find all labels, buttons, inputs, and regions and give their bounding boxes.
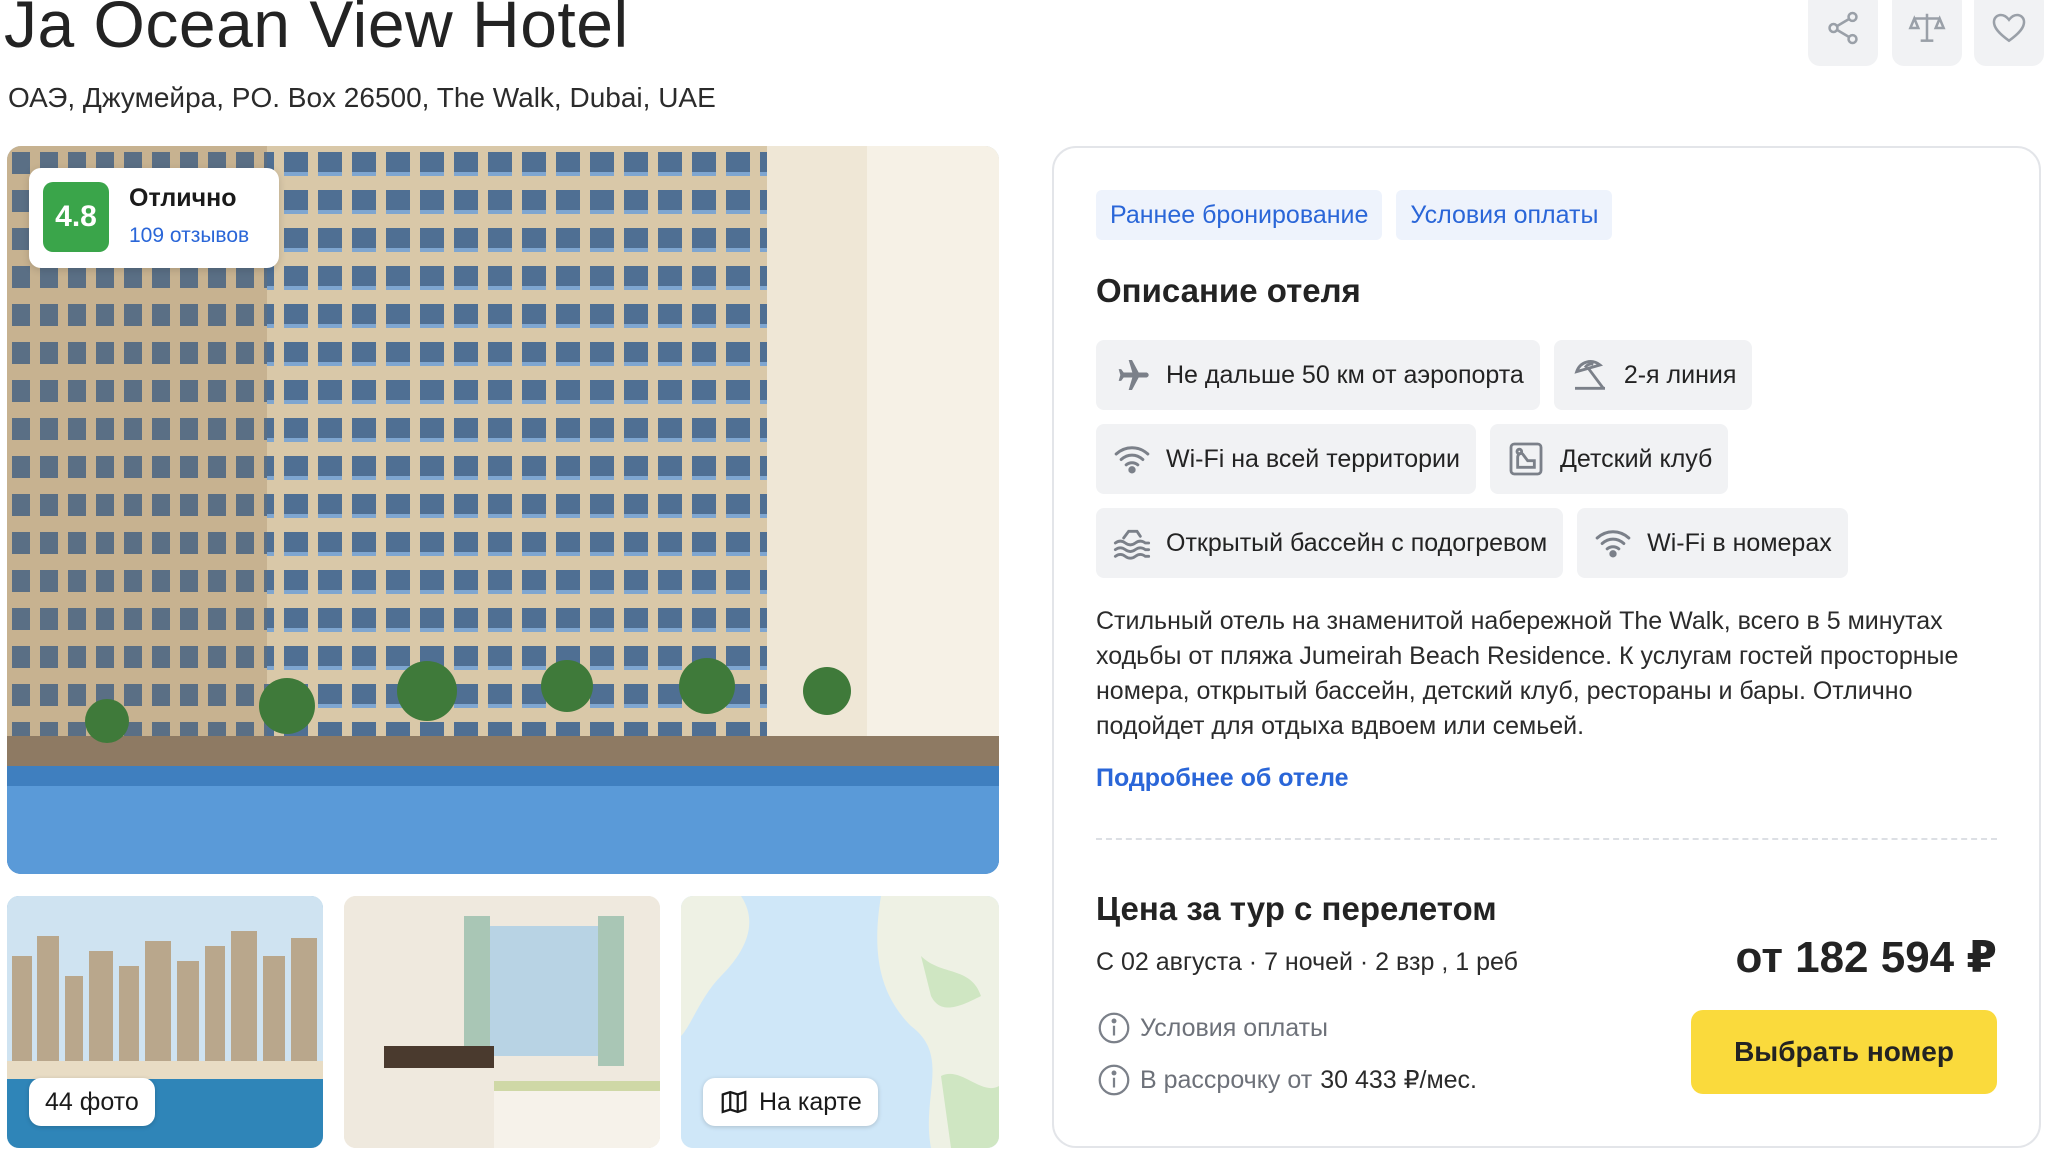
- installment-value: 30 433 ₽/мес.: [1320, 1066, 1477, 1094]
- tour-price: от 182 594 ₽: [1735, 933, 1997, 982]
- compare-button[interactable]: [1892, 0, 1962, 66]
- payment-terms-info[interactable]: Условия оплаты: [1096, 1010, 1328, 1046]
- photos-count-button[interactable]: 44 фото: [29, 1078, 155, 1126]
- wifi-icon: [1114, 446, 1150, 474]
- reviews-link[interactable]: 109 отзывов: [129, 224, 249, 248]
- map-icon: [721, 1090, 747, 1114]
- share-icon: [1828, 11, 1858, 45]
- tag-early-booking[interactable]: Раннее бронирование: [1096, 190, 1383, 240]
- amenities-list: Не дальше 50 км от аэропорта 2-я линия W…: [1096, 340, 1996, 592]
- more-about-hotel-link[interactable]: Подробнее об отеле: [1096, 764, 1349, 793]
- airplane-icon: [1118, 360, 1149, 390]
- amenity-heated-pool: Открытый бассейн с подогревом: [1096, 508, 1564, 578]
- kids-club-icon: [1509, 442, 1543, 476]
- hotel-room-image: [344, 896, 660, 1148]
- amenity-label: Открытый бассейн с подогревом: [1166, 528, 1548, 557]
- favorite-button[interactable]: [1974, 0, 2044, 66]
- info-icon: [1098, 1064, 1130, 1096]
- scales-icon: [1908, 13, 1946, 42]
- amenity-label: Wi-Fi в номерах: [1647, 528, 1832, 557]
- show-on-map-button[interactable]: На карте: [703, 1078, 878, 1126]
- installment-prefix: В рассрочку от: [1140, 1065, 1313, 1094]
- installment-info[interactable]: В рассрочку от 30 433 ₽/мес.: [1096, 1062, 1477, 1098]
- description-title: Описание отеля: [1096, 272, 1361, 309]
- rating-score: 4.8: [43, 182, 109, 252]
- price-title: Цена за тур с перелетом: [1096, 890, 1497, 927]
- amenity-label: Wi-Fi на всей территории: [1166, 444, 1460, 473]
- rating-label: Отлично: [129, 184, 237, 212]
- payment-terms-label: Условия оплаты: [1140, 1013, 1329, 1042]
- wifi-icon: [1595, 530, 1631, 558]
- tags-row: Раннее бронирование Условия оплаты: [1096, 190, 1613, 240]
- map-thumbnail[interactable]: На карте: [681, 896, 999, 1148]
- room-photo-thumbnail[interactable]: [344, 896, 660, 1148]
- amenity-airport: Не дальше 50 км от аэропорта: [1096, 340, 1540, 410]
- share-button[interactable]: [1808, 0, 1878, 66]
- amenity-label: Детский клуб: [1559, 444, 1713, 473]
- amenity-wifi-rooms: Wi-Fi в номерах: [1577, 508, 1848, 578]
- hotel-info-card: Раннее бронирование Условия оплаты Описа…: [1052, 146, 2041, 1148]
- rating-badge[interactable]: 4.8 Отлично 109 отзывов: [29, 168, 279, 268]
- heart-icon: [1992, 13, 2026, 43]
- hotel-address: ОАЭ, Джумейра, PO. Box 26500, The Walk, …: [8, 82, 716, 113]
- amenity-beach-line: 2-я линия: [1553, 340, 1753, 410]
- beach-umbrella-icon: [1574, 360, 1605, 390]
- hotel-title: Ja Ocean View Hotel: [4, 0, 629, 61]
- amenity-label: 2-я линия: [1623, 360, 1737, 389]
- amenity-wifi-territory: Wi-Fi на всей территории: [1096, 424, 1476, 494]
- photo-gallery-thumbnail[interactable]: 44 фото: [7, 896, 323, 1148]
- main-hotel-photo[interactable]: 4.8 Отлично 109 отзывов: [7, 146, 999, 874]
- tag-payment-terms[interactable]: Условия оплаты: [1396, 190, 1613, 240]
- map-label: На карте: [759, 1087, 862, 1116]
- photos-count-label: 44 фото: [45, 1087, 139, 1116]
- trip-info: С 02 августа · 7 ночей · 2 взр , 1 реб: [1096, 948, 1518, 976]
- pool-icon: [1113, 529, 1151, 560]
- info-icon: [1098, 1012, 1130, 1044]
- divider: [1096, 838, 1997, 840]
- amenity-label: Не дальше 50 км от аэропорта: [1166, 360, 1524, 389]
- description-text: Стильный отель на знаменитой набережной …: [1096, 607, 1959, 740]
- select-room-button[interactable]: Выбрать номер: [1691, 1010, 1997, 1094]
- amenity-kids-club: Детский клуб: [1489, 424, 1729, 494]
